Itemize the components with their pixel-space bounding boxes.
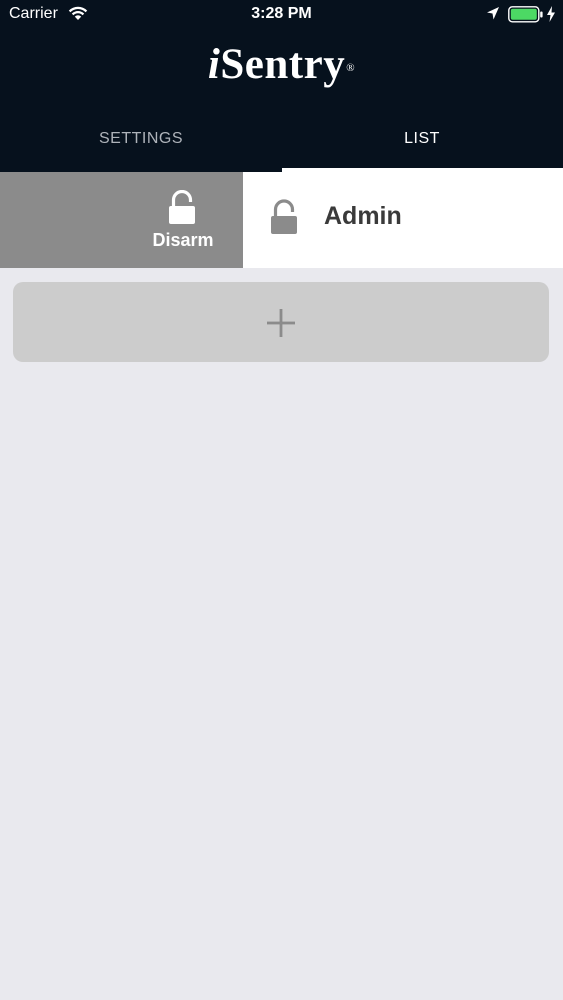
add-user-button[interactable] — [13, 282, 549, 362]
tab-list[interactable]: LIST — [281, 130, 563, 148]
disarm-button[interactable]: Disarm — [0, 172, 243, 268]
plus-icon — [267, 309, 295, 337]
charging-bolt-icon — [547, 6, 555, 22]
user-cell-admin[interactable]: Admin — [243, 172, 563, 268]
battery-icon — [508, 6, 543, 23]
isentry-logo: iSentry® — [207, 41, 356, 88]
user-name: Admin — [324, 202, 402, 230]
unlocked-padlock-icon — [271, 199, 297, 234]
list-item: Disarm Admin — [0, 172, 563, 268]
unlocked-padlock-icon — [169, 190, 195, 224]
app-header: Carrier 3:28 PM iSentry® SETTINGS LIST — [0, 0, 563, 172]
status-time: 3:28 PM — [251, 5, 312, 22]
tab-settings[interactable]: SETTINGS — [0, 130, 282, 148]
location-arrow-icon — [487, 7, 499, 20]
disarm-label: Disarm — [152, 230, 214, 250]
status-bar: Carrier 3:28 PM — [0, 0, 563, 30]
